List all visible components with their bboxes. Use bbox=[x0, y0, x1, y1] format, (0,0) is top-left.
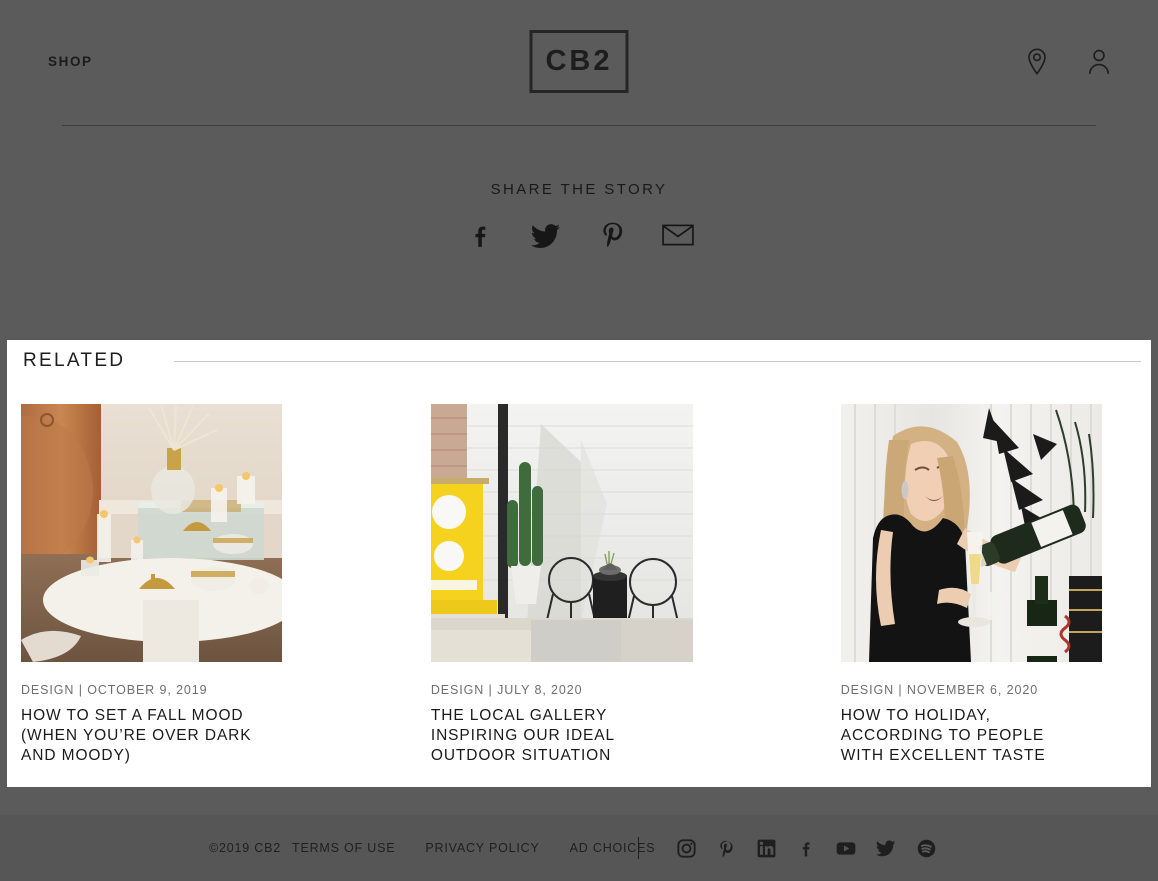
card-title[interactable]: THE LOCAL GALLERY INSPIRING OUR IDEAL OU… bbox=[431, 706, 695, 766]
site-header: SHOP CB2 bbox=[0, 0, 1158, 126]
linkedin-icon[interactable] bbox=[756, 838, 776, 858]
related-card[interactable]: DESIGN | JULY 8, 2020 THE LOCAL GALLERY … bbox=[430, 404, 841, 766]
cb2-logo-text: CB2 bbox=[545, 45, 613, 77]
card-title[interactable]: HOW TO SET A FALL MOOD (WHEN YOU’RE OVER… bbox=[21, 706, 285, 766]
card-title[interactable]: HOW TO HOLIDAY, ACCORDING TO PEOPLE WITH… bbox=[841, 706, 1091, 766]
related-title: RELATED bbox=[23, 350, 126, 371]
footer-link-ad-choices[interactable]: AD CHOICES bbox=[570, 841, 656, 855]
card-thumbnail-fall-mood[interactable] bbox=[21, 404, 282, 662]
footer-link-terms-of-use[interactable]: TERMS OF USE bbox=[292, 841, 395, 855]
card-meta: DESIGN | JULY 8, 2020 bbox=[430, 683, 583, 697]
twitter-icon[interactable] bbox=[876, 838, 896, 858]
email-icon[interactable] bbox=[656, 218, 700, 252]
related-rule bbox=[174, 360, 1141, 362]
header-icon-group bbox=[1024, 48, 1112, 76]
nav-shop[interactable]: SHOP bbox=[48, 54, 93, 69]
header-divider bbox=[62, 125, 1096, 126]
youtube-icon[interactable] bbox=[836, 838, 856, 858]
related-card[interactable]: DESIGN | OCTOBER 9, 2019 HOW TO SET A FA… bbox=[21, 404, 431, 766]
location-pin-icon[interactable] bbox=[1024, 48, 1050, 76]
footer-social-group bbox=[676, 838, 936, 858]
pinterest-icon[interactable] bbox=[590, 218, 634, 252]
page-root: SHOP CB2 SHARE THE STORY RELATED DESIGN … bbox=[0, 0, 1158, 881]
pinterest-icon[interactable] bbox=[716, 838, 736, 858]
card-meta: DESIGN | NOVEMBER 6, 2020 bbox=[840, 683, 1039, 697]
card-thumbnail-how-to-holiday[interactable] bbox=[840, 404, 1102, 662]
facebook-icon[interactable] bbox=[796, 838, 816, 858]
footer-link-privacy-policy[interactable]: PRIVACY POLICY bbox=[425, 841, 539, 855]
related-header: RELATED bbox=[23, 350, 1141, 372]
card-thumbnail-local-gallery[interactable] bbox=[430, 404, 693, 662]
site-footer: ©2019 CB2 TERMS OF USE PRIVACY POLICY AD… bbox=[0, 815, 1158, 881]
related-card-list: DESIGN | OCTOBER 9, 2019 HOW TO SET A FA… bbox=[21, 404, 1137, 766]
related-panel: RELATED DESIGN | OCTOBER 9, 2019 HOW TO … bbox=[7, 340, 1151, 787]
share-the-story-section: SHARE THE STORY bbox=[0, 181, 1158, 252]
footer-divider bbox=[638, 837, 639, 859]
user-account-icon[interactable] bbox=[1086, 48, 1112, 76]
twitter-icon[interactable] bbox=[524, 218, 568, 252]
related-card[interactable]: DESIGN | NOVEMBER 6, 2020 HOW TO HOLIDAY… bbox=[840, 404, 1137, 766]
instagram-icon[interactable] bbox=[676, 838, 696, 858]
spotify-icon[interactable] bbox=[916, 838, 936, 858]
share-title: SHARE THE STORY bbox=[490, 181, 668, 198]
facebook-icon[interactable] bbox=[458, 218, 502, 252]
card-meta: DESIGN | OCTOBER 9, 2019 bbox=[21, 683, 208, 697]
footer-copyright: ©2019 CB2 bbox=[209, 841, 282, 855]
footer-link-group: ©2019 CB2 TERMS OF USE PRIVACY POLICY AD… bbox=[209, 841, 685, 855]
cb2-logo[interactable]: CB2 bbox=[529, 30, 629, 93]
share-icon-group bbox=[0, 218, 1158, 252]
